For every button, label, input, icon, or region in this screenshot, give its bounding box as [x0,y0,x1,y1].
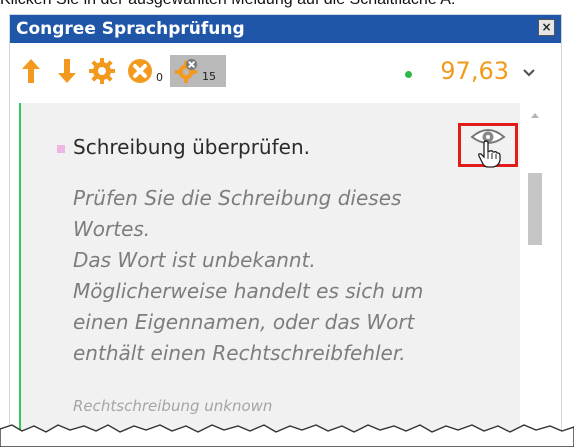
vertical-scrollbar[interactable] [525,103,545,437]
arrow-up-icon[interactable] [20,57,42,85]
message-description: Prüfen Sie die Schreibung dieses Wortes.… [73,183,493,369]
gear-icon[interactable] [88,57,116,85]
suppressed-filter-button[interactable]: 15 [170,55,226,87]
arrow-down-icon[interactable] [56,57,78,85]
caption-text: Klicken Sie in der ausgewählten Meldung … [0,0,574,11]
description-line: Prüfen Sie die Schreibung dieses [73,186,402,210]
description-line: Möglicherweise handelt es sich um [73,279,424,303]
chevron-down-icon[interactable] [521,66,537,80]
message-item[interactable]: Schreibung überprüfen. Prüfen Sie die Sc… [19,103,520,437]
suppressed-count: 15 [202,70,216,83]
scroll-up-icon[interactable] [530,111,540,119]
window-title: Congree Sprachprüfung [16,19,245,39]
error-circle-icon[interactable] [126,57,154,85]
score-status-dot [405,71,412,78]
torn-edge [0,424,574,447]
error-count: 0 [156,71,163,84]
scrollbar-thumb[interactable] [528,173,542,245]
quality-score: 97,63 [440,57,509,85]
description-line: Wortes. [73,217,151,241]
toolbar: 0 15 97,63 [10,45,561,91]
gear-suppressed-icon [174,58,198,84]
language-check-window: Congree Sprachprüfung × 0 15 97,63 Schre… [9,14,562,438]
close-button[interactable]: × [538,19,555,36]
title-bar: Congree Sprachprüfung × [10,15,561,43]
show-in-text-button[interactable] [458,123,518,168]
message-bullet [57,145,65,153]
message-title: Schreibung überprüfen. [73,135,310,159]
hand-pointer-icon [478,140,501,168]
rule-label: Rechtschreibung unknown [73,397,273,415]
description-line: enthält einen Rechtschreibfehler. [73,341,406,365]
message-list: Schreibung überprüfen. Prüfen Sie die Sc… [10,95,561,437]
description-line: einen Eigennamen, oder das Wort [73,310,415,334]
description-line: Das Wort ist unbekannt. [73,248,316,272]
